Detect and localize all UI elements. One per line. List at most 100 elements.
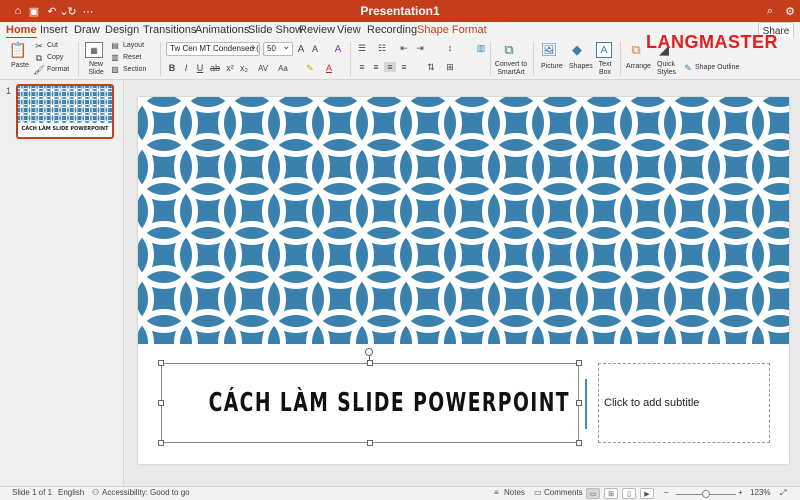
slide-thumbnail[interactable]: CÁCH LÀM SLIDE POWERPOINT: [16, 84, 114, 139]
cut-label[interactable]: Cut: [47, 42, 58, 49]
subtitle-placeholder[interactable]: Click to add subtitle: [598, 363, 770, 443]
fit-to-window-icon[interactable]: ⤢: [780, 488, 786, 498]
shapes-icon[interactable]: ◆: [568, 42, 586, 58]
paste-icon[interactable]: 📋: [9, 41, 28, 59]
reset-icon[interactable]: ▥: [110, 53, 120, 62]
columns-icon[interactable]: ▥: [475, 43, 487, 53]
slide-canvas[interactable]: CÁCH LÀM SLIDE POWERPOINT Click to add s…: [138, 97, 789, 464]
normal-view-button[interactable]: ▭: [586, 488, 600, 499]
comments-button[interactable]: Comments: [544, 488, 583, 497]
tab-draw[interactable]: Draw: [74, 24, 100, 36]
resize-handle[interactable]: [576, 440, 582, 446]
convert-smartart-label[interactable]: Convert to SmartArt: [494, 61, 528, 77]
align-left-icon[interactable]: ≡: [356, 62, 368, 72]
paste-label[interactable]: Paste: [11, 62, 29, 69]
new-slide-label[interactable]: New Slide: [87, 61, 105, 77]
numbering-icon[interactable]: ☷: [376, 43, 388, 53]
align-center-icon[interactable]: ≡: [370, 62, 382, 72]
accessibility-status[interactable]: Accessibility: Good to go: [102, 488, 190, 497]
tab-design[interactable]: Design: [105, 24, 139, 36]
underline-button[interactable]: U: [196, 62, 204, 74]
slide-title[interactable]: CÁCH LÀM SLIDE POWERPOINT: [209, 388, 570, 418]
language-indicator[interactable]: English: [58, 488, 84, 497]
comments-icon[interactable]: ▭: [534, 488, 542, 497]
decrease-indent-icon[interactable]: ⇤: [398, 43, 410, 53]
picture-label[interactable]: Picture: [541, 63, 563, 70]
slide-show-button[interactable]: ▶: [640, 488, 654, 499]
tab-recording[interactable]: Recording: [367, 24, 417, 36]
section-label[interactable]: Section: [123, 66, 146, 73]
layout-icon[interactable]: ▤: [110, 41, 120, 50]
quick-styles-label[interactable]: Quick Styles: [657, 61, 676, 77]
shape-outline-label[interactable]: Shape Outline: [695, 64, 739, 71]
shape-outline-icon[interactable]: ✎: [683, 63, 693, 73]
cut-icon[interactable]: ✂: [34, 41, 44, 51]
tab-insert[interactable]: Insert: [40, 24, 68, 36]
arrange-icon[interactable]: ⧉: [627, 42, 645, 58]
align-text-icon[interactable]: ⊞: [444, 62, 456, 72]
align-right-icon[interactable]: ≡: [384, 62, 396, 72]
change-case-icon[interactable]: Aa: [276, 62, 290, 74]
resize-handle[interactable]: [576, 360, 582, 366]
format-painter-icon[interactable]: 🖌: [33, 65, 44, 75]
tab-view[interactable]: View: [337, 24, 361, 36]
font-size-select[interactable]: 50: [263, 42, 293, 56]
strikethrough-icon[interactable]: ab: [210, 62, 220, 74]
resize-handle[interactable]: [367, 360, 373, 366]
arrange-label[interactable]: Arrange: [626, 63, 651, 70]
format-painter-label[interactable]: Format: [47, 66, 69, 73]
accessibility-icon[interactable]: ⚇: [92, 488, 99, 497]
zoom-level[interactable]: 123%: [750, 488, 770, 497]
bullets-icon[interactable]: ☰: [356, 43, 368, 53]
text-box-icon[interactable]: A: [596, 42, 612, 58]
tab-slide-show[interactable]: Slide Show: [248, 24, 303, 36]
tab-animations[interactable]: Animations: [195, 24, 249, 36]
highlight-icon[interactable]: ✎: [305, 62, 315, 74]
zoom-out-icon[interactable]: −: [664, 488, 669, 497]
text-box-label[interactable]: Text Box: [598, 61, 612, 77]
tab-home[interactable]: Home: [6, 24, 37, 39]
rotate-handle[interactable]: [365, 348, 373, 356]
notes-button[interactable]: Notes: [504, 488, 525, 497]
clear-format-icon[interactable]: A: [332, 42, 344, 56]
subtitle-prompt[interactable]: Click to add subtitle: [604, 397, 699, 409]
tab-shape-format[interactable]: Shape Format: [417, 24, 487, 36]
resize-handle[interactable]: [367, 440, 373, 446]
resize-handle[interactable]: [576, 400, 582, 406]
subscript-icon[interactable]: x₂: [240, 62, 248, 74]
smartart-icon[interactable]: ⧉: [500, 42, 518, 58]
search-icon[interactable]: ⌕: [762, 3, 778, 19]
picture-icon[interactable]: 🖼: [540, 42, 558, 58]
increase-indent-icon[interactable]: ⇥: [414, 43, 426, 53]
zoom-in-icon[interactable]: +: [738, 488, 743, 497]
settings-icon[interactable]: ⚙: [782, 3, 798, 19]
justify-icon[interactable]: ≡: [398, 62, 410, 72]
decrease-font-icon[interactable]: A: [310, 42, 320, 56]
reset-label[interactable]: Reset: [123, 54, 141, 61]
copy-icon[interactable]: ⧉: [34, 53, 44, 63]
slide-sorter-button[interactable]: ⊞: [604, 488, 618, 499]
title-placeholder[interactable]: CÁCH LÀM SLIDE POWERPOINT: [161, 363, 579, 443]
new-slide-icon[interactable]: ▦: [85, 42, 103, 58]
tab-review[interactable]: Review: [299, 24, 335, 36]
character-spacing-icon[interactable]: AV: [256, 62, 270, 74]
reading-view-button[interactable]: ▯: [622, 488, 636, 499]
layout-label[interactable]: Layout: [123, 42, 144, 49]
bold-button[interactable]: B: [168, 62, 176, 74]
increase-font-icon[interactable]: A: [296, 42, 306, 56]
notes-icon[interactable]: ≡: [494, 488, 499, 497]
italic-button[interactable]: I: [182, 62, 190, 74]
text-direction-icon[interactable]: ⇅: [425, 62, 437, 72]
section-icon[interactable]: ▧: [110, 65, 120, 74]
font-name-select[interactable]: Tw Cen MT Condensed (...: [166, 42, 260, 56]
shapes-label[interactable]: Shapes: [569, 63, 593, 70]
resize-handle[interactable]: [158, 360, 164, 366]
resize-handle[interactable]: [158, 400, 164, 406]
font-color-icon[interactable]: A: [324, 62, 334, 74]
line-spacing-icon[interactable]: ↕: [444, 43, 456, 53]
resize-handle[interactable]: [158, 440, 164, 446]
superscript-icon[interactable]: x²: [226, 62, 234, 74]
tab-transitions[interactable]: Transitions: [143, 24, 196, 36]
copy-label[interactable]: Copy: [47, 54, 63, 61]
zoom-slider-thumb[interactable]: [702, 490, 710, 498]
